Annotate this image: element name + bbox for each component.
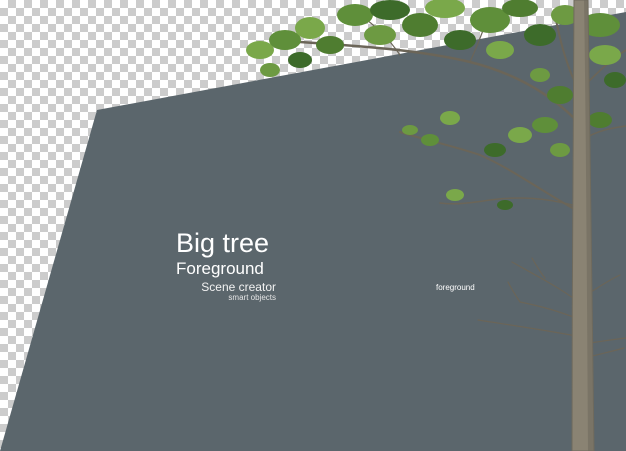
title-text: Big tree [176,228,270,258]
tree-scene [0,0,626,451]
foreground-label: foreground [436,283,475,292]
subtitle-text: Foreground [176,259,264,278]
tagline-text: smart objects [228,293,276,302]
